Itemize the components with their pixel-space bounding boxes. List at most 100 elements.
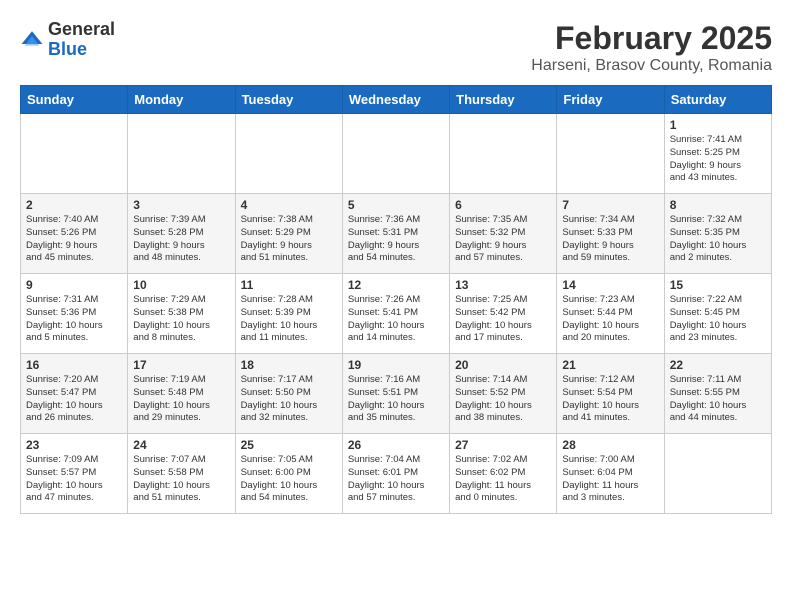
day-number: 19 xyxy=(348,358,444,372)
weekday-header-tuesday: Tuesday xyxy=(235,86,342,114)
day-cell: 11Sunrise: 7:28 AM Sunset: 5:39 PM Dayli… xyxy=(235,274,342,354)
day-info: Sunrise: 7:25 AM Sunset: 5:42 PM Dayligh… xyxy=(455,294,551,345)
day-cell: 16 Sunrise: 7:20 AM Sunset: 5:47 PM Dayli… xyxy=(21,354,128,434)
day-cell: 20 Sunrise: 7:14 AM Sunset: 5:52 PM Dayli… xyxy=(450,354,557,434)
day-cell: 27 Sunrise: 7:02 AM Sunset: 6:02 PM Dayli… xyxy=(450,434,557,514)
day-info: Sunrise: 7:02 AM Sunset: 6:02 PM Dayligh… xyxy=(455,454,551,505)
day-cell: 22 Sunrise: 7:11 AM Sunset: 5:55 PM Dayli… xyxy=(664,354,771,434)
day-number: 8 xyxy=(670,198,766,212)
day-info: Sunrise: 7:00 AM Sunset: 6:04 PM Dayligh… xyxy=(562,454,658,505)
day-cell: 5 Sunrise: 7:36 AM Sunset: 5:31 PM Daylig… xyxy=(342,194,449,274)
day-info: Sunrise: 7:28 AM Sunset: 5:39 PM Dayligh… xyxy=(241,294,337,345)
day-number: 22 xyxy=(670,358,766,372)
day-cell: 10 Sunrise: 7:29 AM Sunset: 5:38 PM Dayli… xyxy=(128,274,235,354)
week-row-2: 2 Sunrise: 7:40 AM Sunset: 5:26 PM Daylig… xyxy=(21,194,772,274)
week-row-5: 23Sunrise: 7:09 AM Sunset: 5:57 PM Dayli… xyxy=(21,434,772,514)
day-info: Sunrise: 7:14 AM Sunset: 5:52 PM Dayligh… xyxy=(455,374,551,425)
day-number: 28 xyxy=(562,438,658,452)
day-cell: 12 Sunrise: 7:26 AM Sunset: 5:41 PM Dayli… xyxy=(342,274,449,354)
logo: General Blue xyxy=(20,20,115,60)
day-number: 6 xyxy=(455,198,551,212)
day-info: Sunrise: 7:07 AM Sunset: 5:58 PM Dayligh… xyxy=(133,454,229,505)
day-number: 20 xyxy=(455,358,551,372)
day-cell: 26 Sunrise: 7:04 AM Sunset: 6:01 PM Dayli… xyxy=(342,434,449,514)
day-cell: 28 Sunrise: 7:00 AM Sunset: 6:04 PM Dayli… xyxy=(557,434,664,514)
logo-icon xyxy=(20,28,44,52)
day-info: Sunrise: 7:05 AM Sunset: 6:00 PM Dayligh… xyxy=(241,454,337,505)
day-cell: 8 Sunrise: 7:32 AM Sunset: 5:35 PM Daylig… xyxy=(664,194,771,274)
day-cell: 9 Sunrise: 7:31 AM Sunset: 5:36 PM Daylig… xyxy=(21,274,128,354)
day-info: Sunrise: 7:41 AM Sunset: 5:25 PM Dayligh… xyxy=(670,134,766,185)
weekday-header-friday: Friday xyxy=(557,86,664,114)
weekday-header-thursday: Thursday xyxy=(450,86,557,114)
weekday-header-saturday: Saturday xyxy=(664,86,771,114)
day-cell: 14Sunrise: 7:23 AM Sunset: 5:44 PM Dayli… xyxy=(557,274,664,354)
day-cell: 19 Sunrise: 7:16 AM Sunset: 5:51 PM Dayli… xyxy=(342,354,449,434)
day-number: 3 xyxy=(133,198,229,212)
day-info: Sunrise: 7:26 AM Sunset: 5:41 PM Dayligh… xyxy=(348,294,444,345)
day-info: Sunrise: 7:12 AM Sunset: 5:54 PM Dayligh… xyxy=(562,374,658,425)
logo-general: General xyxy=(48,20,115,40)
day-cell: 25 Sunrise: 7:05 AM Sunset: 6:00 PM Dayli… xyxy=(235,434,342,514)
day-info: Sunrise: 7:11 AM Sunset: 5:55 PM Dayligh… xyxy=(670,374,766,425)
day-cell xyxy=(664,434,771,514)
weekday-header-monday: Monday xyxy=(128,86,235,114)
title-block: February 2025 Harseni, Brasov County, Ro… xyxy=(531,20,772,75)
day-number: 13 xyxy=(455,278,551,292)
day-cell: 23Sunrise: 7:09 AM Sunset: 5:57 PM Dayli… xyxy=(21,434,128,514)
day-number: 15 xyxy=(670,278,766,292)
day-cell: 1 Sunrise: 7:41 AM Sunset: 5:25 PM Daylig… xyxy=(664,114,771,194)
day-cell xyxy=(128,114,235,194)
day-number: 27 xyxy=(455,438,551,452)
day-number: 16 xyxy=(26,358,122,372)
logo-text: General Blue xyxy=(48,20,115,60)
day-cell: 13 Sunrise: 7:25 AM Sunset: 5:42 PM Dayli… xyxy=(450,274,557,354)
weekday-header-sunday: Sunday xyxy=(21,86,128,114)
page-header: General Blue February 2025 Harseni, Bras… xyxy=(20,20,772,75)
day-info: Sunrise: 7:29 AM Sunset: 5:38 PM Dayligh… xyxy=(133,294,229,345)
day-info: Sunrise: 7:09 AM Sunset: 5:57 PM Dayligh… xyxy=(26,454,122,505)
day-number: 25 xyxy=(241,438,337,452)
calendar: SundayMondayTuesdayWednesdayThursdayFrid… xyxy=(20,85,772,514)
day-number: 4 xyxy=(241,198,337,212)
location-title: Harseni, Brasov County, Romania xyxy=(531,57,772,75)
day-info: Sunrise: 7:35 AM Sunset: 5:32 PM Dayligh… xyxy=(455,214,551,265)
day-cell xyxy=(21,114,128,194)
day-number: 5 xyxy=(348,198,444,212)
day-cell: 7Sunrise: 7:34 AM Sunset: 5:33 PM Daylig… xyxy=(557,194,664,274)
day-info: Sunrise: 7:39 AM Sunset: 5:28 PM Dayligh… xyxy=(133,214,229,265)
day-info: Sunrise: 7:32 AM Sunset: 5:35 PM Dayligh… xyxy=(670,214,766,265)
day-cell: 15 Sunrise: 7:22 AM Sunset: 5:45 PM Dayli… xyxy=(664,274,771,354)
day-info: Sunrise: 7:31 AM Sunset: 5:36 PM Dayligh… xyxy=(26,294,122,345)
day-number: 9 xyxy=(26,278,122,292)
week-row-3: 9 Sunrise: 7:31 AM Sunset: 5:36 PM Daylig… xyxy=(21,274,772,354)
day-info: Sunrise: 7:38 AM Sunset: 5:29 PM Dayligh… xyxy=(241,214,337,265)
day-info: Sunrise: 7:17 AM Sunset: 5:50 PM Dayligh… xyxy=(241,374,337,425)
day-number: 10 xyxy=(133,278,229,292)
day-info: Sunrise: 7:36 AM Sunset: 5:31 PM Dayligh… xyxy=(348,214,444,265)
day-cell: 2 Sunrise: 7:40 AM Sunset: 5:26 PM Daylig… xyxy=(21,194,128,274)
day-cell: 24 Sunrise: 7:07 AM Sunset: 5:58 PM Dayli… xyxy=(128,434,235,514)
day-number: 1 xyxy=(670,118,766,132)
day-info: Sunrise: 7:40 AM Sunset: 5:26 PM Dayligh… xyxy=(26,214,122,265)
day-number: 2 xyxy=(26,198,122,212)
week-row-4: 16 Sunrise: 7:20 AM Sunset: 5:47 PM Dayli… xyxy=(21,354,772,434)
weekday-header-row: SundayMondayTuesdayWednesdayThursdayFrid… xyxy=(21,86,772,114)
day-info: Sunrise: 7:16 AM Sunset: 5:51 PM Dayligh… xyxy=(348,374,444,425)
day-number: 26 xyxy=(348,438,444,452)
day-info: Sunrise: 7:20 AM Sunset: 5:47 PM Dayligh… xyxy=(26,374,122,425)
week-row-1: 1 Sunrise: 7:41 AM Sunset: 5:25 PM Daylig… xyxy=(21,114,772,194)
day-number: 12 xyxy=(348,278,444,292)
logo-blue: Blue xyxy=(48,40,115,60)
day-cell xyxy=(235,114,342,194)
day-number: 24 xyxy=(133,438,229,452)
day-number: 17 xyxy=(133,358,229,372)
day-cell: 21Sunrise: 7:12 AM Sunset: 5:54 PM Dayli… xyxy=(557,354,664,434)
day-info: Sunrise: 7:04 AM Sunset: 6:01 PM Dayligh… xyxy=(348,454,444,505)
day-info: Sunrise: 7:22 AM Sunset: 5:45 PM Dayligh… xyxy=(670,294,766,345)
day-cell: 18 Sunrise: 7:17 AM Sunset: 5:50 PM Dayli… xyxy=(235,354,342,434)
day-info: Sunrise: 7:23 AM Sunset: 5:44 PM Dayligh… xyxy=(562,294,658,345)
day-cell: 4 Sunrise: 7:38 AM Sunset: 5:29 PM Daylig… xyxy=(235,194,342,274)
day-cell xyxy=(450,114,557,194)
day-number: 18 xyxy=(241,358,337,372)
